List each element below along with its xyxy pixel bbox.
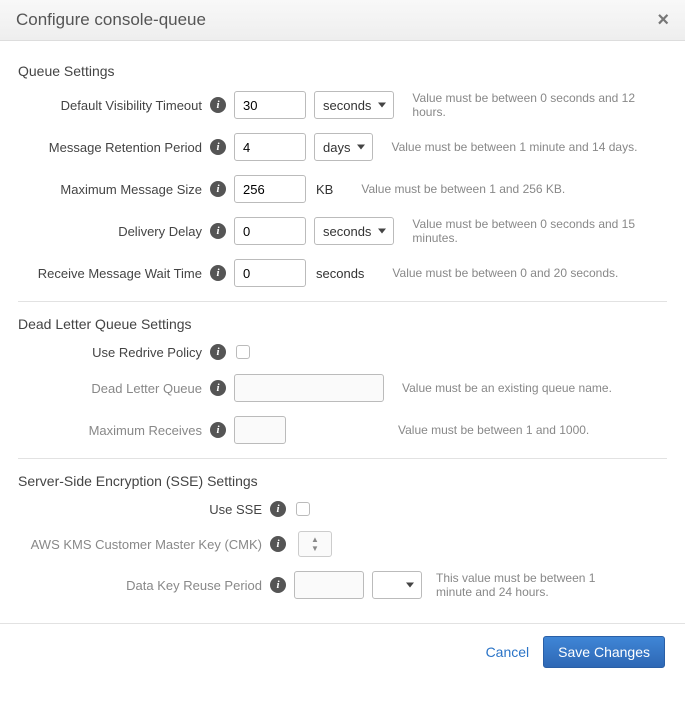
visibility-timeout-unit-select[interactable]: seconds	[314, 91, 394, 119]
chevron-down-icon	[378, 103, 386, 108]
use-sse-checkbox[interactable]	[296, 502, 310, 516]
label-use-redrive-policy: Use Redrive Policy	[18, 345, 208, 360]
label-delivery-delay: Delivery Delay	[18, 224, 208, 239]
info-icon[interactable]: i	[270, 536, 286, 552]
hint-data-key-reuse: This value must be between 1 minute and …	[436, 571, 616, 599]
row-receive-wait-time: Receive Message Wait Time i seconds Valu…	[18, 259, 667, 287]
chevron-down-icon	[406, 583, 414, 588]
info-icon[interactable]: i	[210, 223, 226, 239]
select-value: seconds	[323, 98, 371, 113]
info-icon[interactable]: i	[210, 422, 226, 438]
row-delivery-delay: Delivery Delay i seconds Value must be b…	[18, 217, 667, 245]
chevron-up-icon: ▲	[311, 535, 319, 544]
hint-max-message-size: Value must be between 1 and 256 KB.	[361, 182, 667, 196]
info-icon[interactable]: i	[210, 344, 226, 360]
data-key-reuse-input[interactable]	[294, 571, 364, 599]
cmk-select[interactable]: ▲ ▼	[298, 531, 332, 557]
row-dead-letter-queue: Dead Letter Queue i Value must be an exi…	[18, 374, 667, 402]
label-data-key-reuse: Data Key Reuse Period	[18, 578, 268, 593]
info-icon[interactable]: i	[210, 265, 226, 281]
data-key-reuse-unit-select[interactable]	[372, 571, 422, 599]
use-redrive-policy-checkbox[interactable]	[236, 345, 250, 359]
delivery-delay-unit-select[interactable]: seconds	[314, 217, 394, 245]
unit-seconds: seconds	[316, 266, 364, 281]
maximum-receives-input[interactable]	[234, 416, 286, 444]
row-retention-period: Message Retention Period i days Value mu…	[18, 133, 667, 161]
visibility-timeout-input[interactable]	[234, 91, 306, 119]
row-cmk: AWS KMS Customer Master Key (CMK) i ▲ ▼	[18, 531, 667, 557]
receive-wait-time-input[interactable]	[234, 259, 306, 287]
chevron-down-icon	[357, 145, 365, 150]
label-use-sse: Use SSE	[18, 502, 268, 517]
info-icon[interactable]: i	[210, 97, 226, 113]
dead-letter-queue-input[interactable]	[234, 374, 384, 402]
hint-dead-letter-queue: Value must be an existing queue name.	[402, 381, 667, 395]
hint-retention-period: Value must be between 1 minute and 14 da…	[391, 140, 667, 154]
label-visibility-timeout: Default Visibility Timeout	[18, 98, 208, 113]
label-receive-wait-time: Receive Message Wait Time	[18, 266, 208, 281]
configure-queue-dialog: Configure console-queue × Queue Settings…	[0, 0, 685, 686]
chevron-down-icon: ▼	[311, 544, 319, 553]
label-max-message-size: Maximum Message Size	[18, 182, 208, 197]
select-value: days	[323, 140, 350, 155]
section-title-queue: Queue Settings	[18, 63, 667, 79]
retention-period-unit-select[interactable]: days	[314, 133, 373, 161]
close-icon[interactable]: ×	[657, 10, 669, 30]
hint-visibility-timeout: Value must be between 0 seconds and 12 h…	[412, 91, 667, 119]
row-use-redrive-policy: Use Redrive Policy i	[18, 344, 667, 360]
info-icon[interactable]: i	[270, 501, 286, 517]
save-changes-button[interactable]: Save Changes	[543, 636, 665, 668]
hint-maximum-receives: Value must be between 1 and 1000.	[398, 423, 667, 437]
label-retention-period: Message Retention Period	[18, 140, 208, 155]
row-data-key-reuse: Data Key Reuse Period i This value must …	[18, 571, 667, 599]
row-use-sse: Use SSE i	[18, 501, 667, 517]
delivery-delay-input[interactable]	[234, 217, 306, 245]
row-max-message-size: Maximum Message Size i KB Value must be …	[18, 175, 667, 203]
label-cmk: AWS KMS Customer Master Key (CMK)	[18, 537, 268, 552]
select-value: seconds	[323, 224, 371, 239]
info-icon[interactable]: i	[210, 380, 226, 396]
section-title-dlq: Dead Letter Queue Settings	[18, 316, 667, 332]
info-icon[interactable]: i	[210, 139, 226, 155]
dialog-footer: Cancel Save Changes	[0, 623, 685, 686]
divider	[18, 458, 667, 459]
chevron-down-icon	[378, 229, 386, 234]
retention-period-input[interactable]	[234, 133, 306, 161]
row-visibility-timeout: Default Visibility Timeout i seconds Val…	[18, 91, 667, 119]
divider	[18, 301, 667, 302]
label-maximum-receives: Maximum Receives	[18, 423, 208, 438]
dialog-body: Queue Settings Default Visibility Timeou…	[0, 41, 685, 623]
hint-delivery-delay: Value must be between 0 seconds and 15 m…	[412, 217, 667, 245]
unit-kb: KB	[316, 182, 333, 197]
dialog-header: Configure console-queue ×	[0, 0, 685, 41]
info-icon[interactable]: i	[270, 577, 286, 593]
hint-receive-wait-time: Value must be between 0 and 20 seconds.	[392, 266, 667, 280]
label-dead-letter-queue: Dead Letter Queue	[18, 381, 208, 396]
cancel-button[interactable]: Cancel	[486, 644, 530, 660]
dialog-title: Configure console-queue	[16, 10, 206, 30]
info-icon[interactable]: i	[210, 181, 226, 197]
section-title-sse: Server-Side Encryption (SSE) Settings	[18, 473, 667, 489]
max-message-size-input[interactable]	[234, 175, 306, 203]
row-maximum-receives: Maximum Receives i Value must be between…	[18, 416, 667, 444]
